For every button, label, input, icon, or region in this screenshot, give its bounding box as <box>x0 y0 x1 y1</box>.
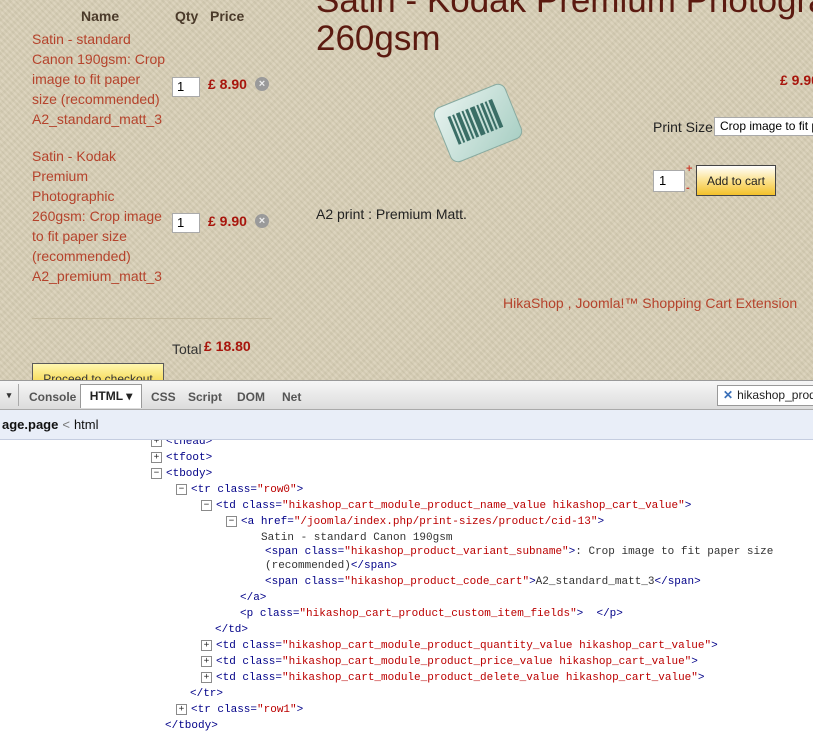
store-page: Name Qty Price Satin - standard Canon 19… <box>0 0 813 380</box>
tree-node-tfoot[interactable]: + <tfoot> <box>151 450 212 466</box>
collapse-icon[interactable]: − <box>226 515 237 527</box>
expand-icon[interactable]: + <box>176 703 187 715</box>
barcode-icon <box>433 83 523 163</box>
qty-increase-button[interactable]: + <box>686 163 692 175</box>
devtools-search-input[interactable]: ✕hikashop_product <box>717 385 813 406</box>
tree-node-td-quantity[interactable]: + <td class="hikashop_cart_module_product… <box>201 638 718 654</box>
cart-header-price: Price <box>210 8 245 24</box>
breadcrumb-item-html[interactable]: html <box>74 417 99 432</box>
cart-item-price-1: £ 8.90 <box>208 76 247 92</box>
tree-node-tbody[interactable]: − <tbody> <box>151 466 212 482</box>
product-description: A2 print : Premium Matt. <box>316 206 467 222</box>
tree-text-node: (recommended)</span> <box>265 560 398 572</box>
panel-menu-dropdown[interactable]: ▾ <box>0 384 19 406</box>
product-qty-input[interactable]: 1 <box>653 170 685 192</box>
clear-search-icon[interactable]: ✕ <box>723 388 733 402</box>
add-to-cart-button[interactable]: Add to cart <box>696 165 776 196</box>
devtools-toolbar: ▾ Console HTML ▾ CSS Script DOM Net ✕ hik… <box>0 380 813 410</box>
breadcrumb: age.page < html <box>0 410 813 440</box>
expand-icon[interactable]: + <box>201 639 212 651</box>
proceed-to-checkout-button[interactable]: Proceed to checkout <box>32 363 164 380</box>
html-tree-panel: + <thead> + <tfoot> − <tbody> − <tr class="r… <box>0 440 813 735</box>
tab-html[interactable]: HTML ▾ <box>80 384 142 408</box>
cart-header-qty: Qty <box>175 8 199 24</box>
cart-item-qty-input-2[interactable]: 1 <box>172 213 200 233</box>
collapse-icon[interactable]: − <box>201 499 212 511</box>
tree-node-td-name[interactable]: − <td class="hikashop_cart_module_product… <box>201 498 691 514</box>
expand-icon[interactable]: + <box>151 440 162 447</box>
tree-node-td-price[interactable]: + <td class="hikashop_cart_module_product… <box>201 654 698 670</box>
cart-item-price-2: £ 9.90 <box>208 213 247 229</box>
tab-console[interactable]: Console <box>29 390 76 404</box>
cart-item-name-1[interactable]: Satin - standard Canon 190gsm: Crop imag… <box>32 29 170 129</box>
tree-node-tr-row1[interactable]: + <tr class="row1"> <box>176 702 303 718</box>
tab-dom[interactable]: DOM <box>237 390 265 404</box>
qty-decrease-button[interactable]: - <box>686 182 690 194</box>
tab-net[interactable]: Net <box>282 390 301 404</box>
tree-node-thead[interactable]: + <thead> <box>151 440 212 450</box>
tree-node-tr-close: </tr> <box>190 688 224 700</box>
cart-divider <box>32 318 272 319</box>
cart-header-name: Name <box>81 8 120 24</box>
cart-total-value: £ 18.80 <box>204 338 251 354</box>
tree-node-a-close: </a> <box>240 592 267 604</box>
expand-icon[interactable]: + <box>201 655 212 667</box>
tree-node-td-delete[interactable]: + <td class="hikashop_cart_module_product… <box>201 670 705 686</box>
breadcrumb-item-page[interactable]: age.page <box>2 417 58 432</box>
tree-node-p[interactable]: <p class="hikashop_cart_product_custom_i… <box>240 606 623 622</box>
print-size-select[interactable]: Crop image to fit paper size (recommende… <box>714 117 813 136</box>
collapse-icon[interactable]: − <box>176 483 187 495</box>
tree-node-tbody-close: </tbody> <box>165 720 218 732</box>
tree-node-a[interactable]: − <a href="/joomla/index.php/print-sizes/… <box>226 514 604 530</box>
cart-total-label: Total <box>172 341 202 357</box>
tab-css[interactable]: CSS <box>151 390 176 404</box>
print-size-label: Print Size <box>653 119 713 135</box>
remove-circle-icon[interactable]: × <box>255 77 269 91</box>
product-price: £ 9.90 <box>780 72 813 88</box>
cart-item-name-2[interactable]: Satin - Kodak Premium Photographic 260gs… <box>32 146 170 286</box>
remove-circle-icon[interactable]: × <box>255 214 269 228</box>
tree-node-td-close: </td> <box>215 624 249 636</box>
expand-icon[interactable]: + <box>201 671 212 683</box>
tree-node-span-code[interactable]: <span class="hikashop_product_code_cart"… <box>265 574 701 590</box>
product-title: Satin - Kodak Premium Photographic 260gs… <box>316 0 813 58</box>
collapse-icon[interactable]: − <box>151 467 162 479</box>
chevron-down-icon: ▾ <box>126 389 133 403</box>
tree-node-tr-row0[interactable]: − <tr class="row0"> <box>176 482 303 498</box>
breadcrumb-separator: < <box>62 417 70 432</box>
cart-item-qty-input-1[interactable]: 1 <box>172 77 200 97</box>
expand-icon[interactable]: + <box>151 451 162 463</box>
tab-script[interactable]: Script <box>188 390 222 404</box>
hikashop-footer-link[interactable]: HikaShop , Joomla!™ Shopping Cart Extens… <box>503 295 797 311</box>
